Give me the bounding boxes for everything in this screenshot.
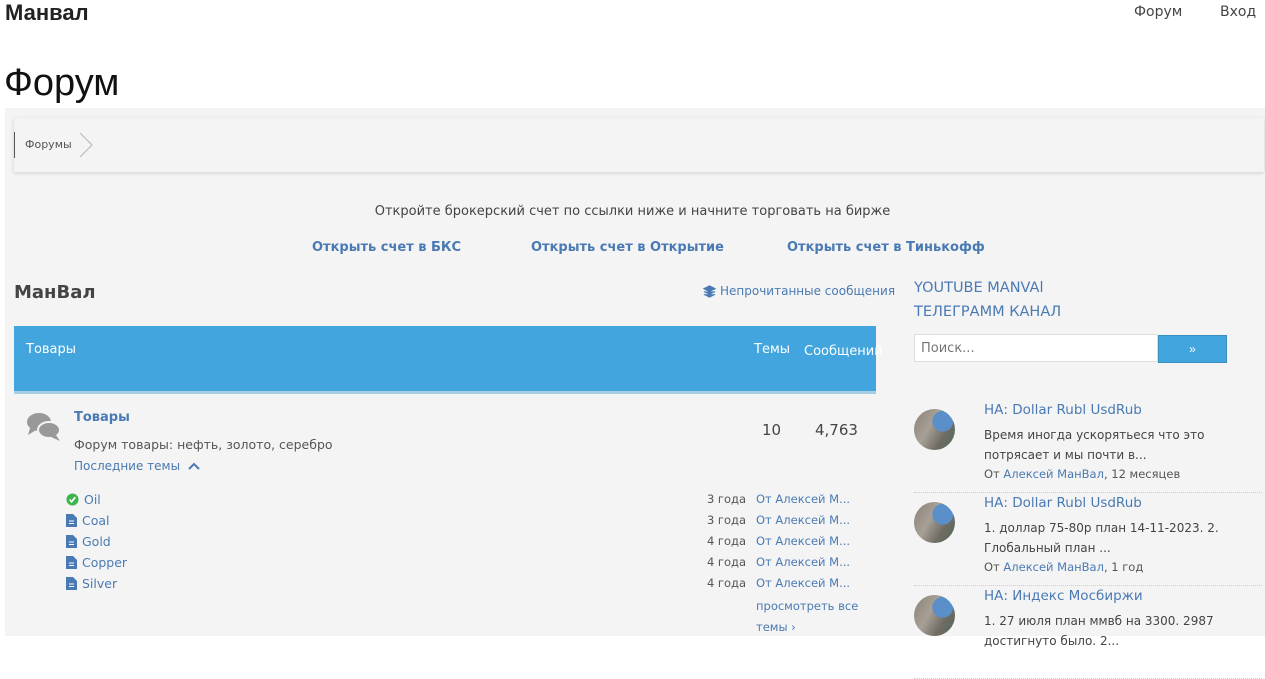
post-time: , 12 месяцев xyxy=(1103,467,1181,481)
promo-text: Откройте брокерский счет по ссылки ниже … xyxy=(374,204,891,219)
layers-icon xyxy=(703,284,716,298)
unread-label: Непрочитанные сообщения xyxy=(720,284,896,298)
topic-title: Oil xyxy=(84,491,101,507)
site-brand[interactable]: Манвал xyxy=(5,0,89,26)
post-snippet: 1. 27 июля план ммвб на 3300. 2987 дости… xyxy=(984,614,1214,648)
post-title-link[interactable]: НА: Dollar Rubl UsdRub xyxy=(984,402,1142,418)
topic-author-link[interactable]: От Алексей М... xyxy=(756,513,850,527)
link-otkritie[interactable]: Открыть счет в Открытие xyxy=(531,240,724,255)
file-icon xyxy=(66,534,77,548)
post-time: , 1 год xyxy=(1103,560,1144,574)
avatar[interactable] xyxy=(914,409,955,450)
topic-age: 4 года xyxy=(706,534,746,548)
nav-login[interactable]: Вход xyxy=(1220,4,1256,20)
chevron-up-icon xyxy=(188,462,200,470)
search-input[interactable] xyxy=(914,334,1158,362)
topic-title: Silver xyxy=(82,575,118,591)
post-meta: От Алексей МанВал, 12 месяцев xyxy=(984,467,1180,481)
post-author-link[interactable]: Алексей МанВал xyxy=(1003,467,1104,481)
latest-topics-label: Последние темы xyxy=(74,459,181,473)
topic-link[interactable]: Oil xyxy=(66,490,101,508)
file-icon xyxy=(66,555,77,569)
breadcrumb-forums[interactable]: Форумы xyxy=(25,138,72,151)
post-title-link[interactable]: НА: Индекс Мосбиржи xyxy=(984,588,1143,604)
post-title-link[interactable]: НА: Dollar Rubl UsdRub xyxy=(984,495,1142,511)
recent-post: НА: Dollar Rubl UsdRub Время иногда уско… xyxy=(914,401,1262,493)
view-all-label: просмотреть все темы xyxy=(756,599,859,634)
topic-author-link[interactable]: От Алексей М... xyxy=(756,576,850,590)
link-tinkoff[interactable]: Открыть счет в Тинькофф xyxy=(787,240,985,255)
topic-age: 4 года xyxy=(706,555,746,569)
link-bks[interactable]: Открыть счет в БКС xyxy=(312,240,461,255)
post-meta: От Алексей МанВал, 1 год xyxy=(984,560,1143,574)
search-button[interactable]: » xyxy=(1158,335,1227,363)
page-title: Форум xyxy=(4,62,120,104)
post-author-link[interactable]: Алексей МанВал xyxy=(1003,560,1104,574)
avatar[interactable] xyxy=(914,595,955,636)
post-snippet: Время иногда ускорятьеся что это потряса… xyxy=(984,428,1205,462)
topic-title: Gold xyxy=(82,533,111,549)
section-title: МанВал xyxy=(14,282,96,303)
topic-author-link[interactable]: От Алексей М... xyxy=(756,534,850,548)
avatar[interactable] xyxy=(914,502,955,543)
topic-author-link[interactable]: От Алексей М... xyxy=(756,492,850,506)
breadcrumb: Форумы xyxy=(14,118,1264,172)
check-circle-icon xyxy=(66,492,79,506)
recent-post: НА: Dollar Rubl UsdRub 1. доллар 75-80р … xyxy=(914,494,1262,586)
nav-forum[interactable]: Форум xyxy=(1134,4,1182,20)
latest-topics-toggle[interactable]: Последние темы xyxy=(74,459,200,473)
chevron-right-icon xyxy=(79,132,93,158)
forum-description: Форум товары: нефть, золото, серебро xyxy=(74,437,333,452)
topic-age: 3 года xyxy=(706,492,746,506)
topic-author-link[interactable]: От Алексей М... xyxy=(756,555,850,569)
topic-age: 4 года xyxy=(706,576,746,590)
youtube-link[interactable]: YOUTUBE MANVAl xyxy=(914,280,1044,296)
file-icon xyxy=(66,513,77,527)
comments-icon xyxy=(27,413,61,441)
topic-title: Coal xyxy=(82,512,110,528)
topic-link[interactable]: Silver xyxy=(66,574,117,592)
post-snippet: 1. доллар 75-80р план 14-11-2023. 2. Гло… xyxy=(984,521,1219,555)
topic-age: 3 года xyxy=(706,513,746,527)
forum-name-link[interactable]: Товары xyxy=(74,410,130,425)
topic-link[interactable]: Coal xyxy=(66,511,110,529)
telegram-link[interactable]: ТЕЛЕГРАММ КАНАЛ xyxy=(914,304,1061,320)
view-all-topics-link[interactable]: просмотреть все темы › xyxy=(756,596,866,638)
header-category: Товары xyxy=(26,342,77,357)
forum-topic-count: 10 xyxy=(762,421,782,439)
forum-table-header: Товары Темы Сообщений xyxy=(14,326,883,394)
header-topics: Темы xyxy=(754,342,791,357)
forum-post-count: 4,763 xyxy=(815,421,858,439)
by-prefix: От xyxy=(984,467,1004,481)
recent-post: НА: Индекс Мосбиржи 1. 27 июля план ммвб… xyxy=(914,587,1262,679)
topic-link[interactable]: Gold xyxy=(66,532,111,550)
file-icon xyxy=(66,576,77,590)
topic-title: Copper xyxy=(82,554,128,570)
header-posts: Сообщений xyxy=(804,344,883,359)
unread-messages-link[interactable]: Непрочитанные сообщения xyxy=(703,284,895,298)
topic-link[interactable]: Copper xyxy=(66,553,127,571)
by-prefix: От xyxy=(984,560,1004,574)
